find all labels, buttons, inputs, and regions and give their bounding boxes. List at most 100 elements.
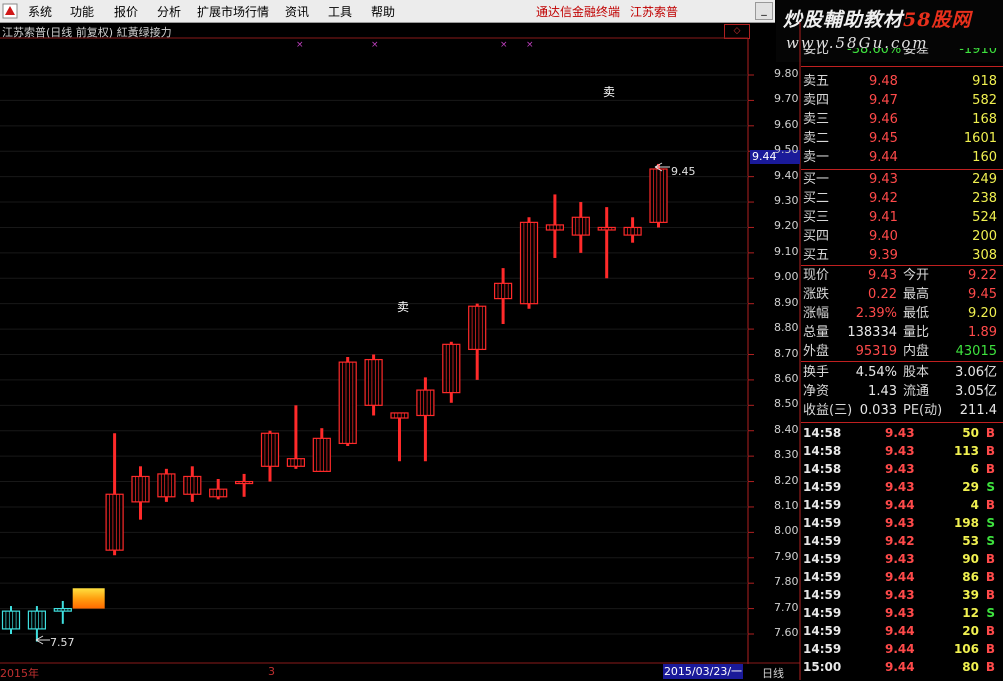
ask-price: 9.45 (869, 131, 898, 146)
stat-label: 外盘 (803, 344, 830, 359)
candle (260, 430, 280, 482)
purple-mark: × (296, 40, 304, 50)
menu-analysis[interactable]: 分析 (157, 3, 181, 20)
menu-news[interactable]: 资讯 (285, 3, 309, 20)
menu-extended-market[interactable]: 扩展市场行情 (197, 3, 269, 20)
tick-row[interactable]: 14:59 9.44 86 B (801, 568, 1001, 586)
bid-row[interactable]: 买二 9.42 238 (801, 189, 1001, 208)
candle (53, 600, 72, 624)
tick-direction: B (985, 642, 995, 656)
tick-time: 14:59 (803, 552, 842, 566)
candle (442, 341, 461, 403)
ask-price: 9.47 (869, 93, 898, 108)
ask-row[interactable]: 卖一 9.44 160 (801, 148, 1001, 167)
stat-label: 涨跌 (803, 287, 830, 302)
tick-row[interactable]: 14:58 9.43 113 B (801, 442, 1001, 460)
menu-function[interactable]: 功能 (70, 3, 94, 20)
tick-row[interactable]: 14:59 9.43 39 B (801, 586, 1001, 604)
bid-level-label: 买四 (803, 229, 830, 244)
tick-row[interactable]: 14:58 9.43 6 B (801, 460, 1001, 478)
y-tick-label: 9.30 (774, 194, 799, 208)
candle-body (53, 607, 72, 612)
tick-row[interactable]: 14:59 9.42 53 S (801, 532, 1001, 550)
stat-label: 现价 (803, 268, 830, 283)
stat-value: 2.39% (855, 306, 897, 321)
stat-value: 138334 (847, 325, 897, 340)
bid-row[interactable]: 买三 9.41 524 (801, 208, 1001, 227)
tick-time: 14:59 (803, 624, 842, 638)
stat-row: 总量 138334 量比 1.89 (801, 323, 1001, 342)
y-tick-label: 8.00 (774, 524, 799, 538)
bid-row[interactable]: 买一 9.43 249 (801, 170, 1001, 189)
bid-row[interactable]: 买四 9.40 200 (801, 227, 1001, 246)
tick-row[interactable]: 14:59 9.43 29 S (801, 478, 1001, 496)
bid-row[interactable]: 买五 9.39 308 (801, 246, 1001, 265)
menu-bar: 系统 功能 报价 分析 扩展市场行情 资讯 工具 帮助 通达信金融终端 江苏索普… (0, 0, 775, 23)
tick-time: 14:58 (803, 462, 842, 476)
tick-time: 14:59 (803, 498, 842, 512)
ask-level-label: 卖二 (803, 131, 830, 146)
stat-value: 0.22 (868, 287, 897, 302)
candle (72, 588, 105, 609)
bid-price: 9.41 (869, 210, 898, 225)
ask-row[interactable]: 卖二 9.45 1601 (801, 129, 1001, 148)
period-selector[interactable]: 日线 (762, 665, 784, 681)
menu-quote[interactable]: 报价 (114, 3, 138, 20)
tick-row[interactable]: 14:58 9.43 50 B (801, 424, 1001, 442)
candle-body (494, 282, 513, 300)
bid-level-label: 买三 (803, 210, 830, 225)
stat-value: 0.033 (859, 403, 897, 418)
tick-time: 14:59 (803, 516, 842, 530)
candle-body (1, 610, 21, 630)
chart-settings-icon[interactable]: ◇ (724, 24, 750, 39)
tick-row[interactable]: 14:59 9.43 12 S (801, 604, 1001, 622)
tick-volume: 106 (953, 642, 979, 656)
tick-row[interactable]: 14:59 9.44 106 B (801, 640, 1001, 658)
tick-row[interactable]: 14:59 9.43 90 B (801, 550, 1001, 568)
minimize-button[interactable]: _ (755, 2, 773, 20)
candle (105, 433, 124, 556)
y-tick-label: 8.90 (774, 295, 799, 309)
stat-value: 9.20 (968, 306, 997, 321)
candle-body (131, 475, 150, 503)
high-annotation: 9.45 (671, 165, 696, 178)
ask-level-label: 卖三 (803, 112, 830, 127)
tick-row[interactable]: 14:59 9.44 20 B (801, 622, 1001, 640)
y-tick-label: 7.60 (774, 626, 799, 639)
tick-price: 9.43 (885, 480, 915, 494)
ask-row[interactable]: 卖三 9.46 168 (801, 110, 1001, 129)
tick-price: 9.43 (885, 588, 915, 602)
candle-body (416, 389, 435, 417)
menu-tools[interactable]: 工具 (328, 3, 352, 20)
menu-system[interactable]: 系统 (28, 3, 52, 20)
tick-row[interactable]: 15:00 9.44 80 B (801, 658, 1001, 676)
stat-value: 9.43 (868, 268, 897, 283)
ask-volume: 168 (972, 112, 997, 127)
ask-row[interactable]: 卖五 9.48 918 (801, 72, 1001, 91)
menu-help[interactable]: 帮助 (371, 3, 395, 20)
tick-row[interactable]: 14:59 9.43 198 S (801, 514, 1001, 532)
candle (312, 428, 331, 472)
tick-direction: B (985, 498, 995, 512)
tick-price: 9.42 (885, 534, 915, 548)
tick-time: 14:59 (803, 606, 842, 620)
y-tick-label: 8.10 (774, 498, 799, 512)
purple-mark: × (526, 40, 534, 50)
ask-volume: 160 (972, 150, 997, 165)
tick-row[interactable]: 14:59 9.44 4 B (801, 496, 1001, 514)
ask-row[interactable]: 卖四 9.47 582 (801, 91, 1001, 110)
tick-volume: 29 (962, 480, 979, 494)
stat-value: 43015 (955, 344, 997, 359)
candle-body (545, 224, 565, 231)
y-tick-label: 7.70 (774, 600, 799, 614)
candle (183, 466, 202, 502)
tick-direction: B (985, 426, 995, 440)
separator-line (801, 361, 1003, 362)
bid-price: 9.40 (869, 229, 898, 244)
bid-price: 9.43 (869, 172, 898, 187)
candle-body (442, 343, 461, 394)
order-ratio-value: -38.60% (847, 48, 902, 57)
app-logo-icon[interactable] (2, 3, 18, 19)
tick-direction: S (986, 516, 995, 530)
stat-value: 95319 (855, 344, 897, 359)
